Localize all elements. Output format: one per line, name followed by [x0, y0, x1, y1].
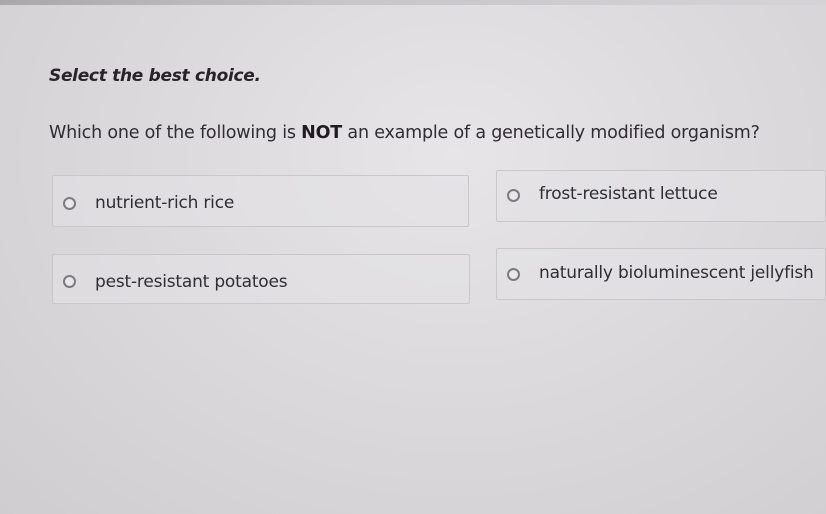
choice-label: nutrient-rich rice	[95, 193, 235, 213]
choice-option-2[interactable]: frost-resistant lettuce	[496, 170, 826, 222]
instruction-text: Select the best choice.	[49, 66, 261, 86]
question-text: Which one of the following is NOT an exa…	[49, 123, 760, 143]
choice-label: frost-resistant lettuce	[539, 184, 718, 204]
question-before: Which one of the following is	[49, 123, 296, 143]
radio-unselected-icon[interactable]	[63, 197, 76, 210]
radio-unselected-icon[interactable]	[507, 268, 520, 281]
choice-label: pest-resistant potatoes	[95, 272, 288, 292]
question-after: an example of a genetically modified org…	[347, 123, 760, 143]
choice-option-1[interactable]: nutrient-rich rice	[52, 175, 469, 227]
question-emphasis: NOT	[301, 123, 343, 143]
top-edge	[0, 0, 826, 5]
choice-label: naturally bioluminescent jellyfish	[539, 263, 814, 283]
radio-unselected-icon[interactable]	[63, 275, 76, 288]
choice-option-3[interactable]: pest-resistant potatoes	[52, 254, 470, 304]
choice-option-4[interactable]: naturally bioluminescent jellyfish	[496, 248, 826, 300]
radio-unselected-icon[interactable]	[507, 189, 520, 202]
